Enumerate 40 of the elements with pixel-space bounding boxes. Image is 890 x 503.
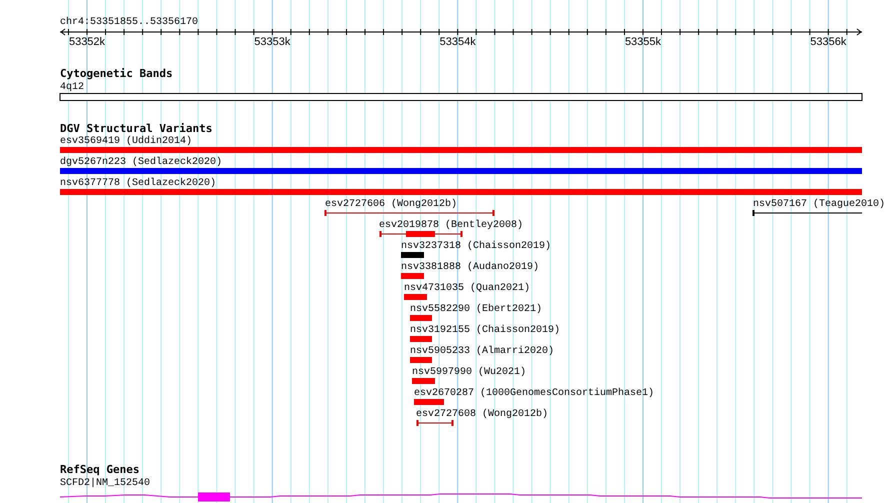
variant-bar[interactable] bbox=[60, 147, 862, 153]
variant-bar[interactable] bbox=[404, 294, 427, 300]
variant-label: dgv5267n223 (Sedlazeck2020) bbox=[60, 157, 222, 168]
tick-label: 53352k bbox=[68, 36, 106, 48]
variant-label: nsv3381888 (Audano2019) bbox=[401, 262, 540, 273]
variant-label: nsv4731035 (Quan2021) bbox=[404, 283, 530, 294]
track-title: DGV Structural Variants bbox=[60, 122, 212, 135]
variant-label: nsv5582290 (Ebert2021) bbox=[410, 304, 542, 315]
variant-label: esv3569419 (Uddin2014) bbox=[60, 136, 192, 147]
tick-label: 53353k bbox=[254, 36, 290, 48]
tick-label: 53355k bbox=[624, 36, 662, 48]
variant-label: nsv6377778 (Sedlazeck2020) bbox=[60, 178, 216, 189]
location-label: chr4:53351855..53356170 bbox=[60, 17, 198, 28]
variant-span[interactable] bbox=[752, 210, 862, 216]
variant-bar[interactable] bbox=[412, 378, 435, 384]
variant-label: nsv507167 (Teague2010) bbox=[753, 199, 886, 210]
variant-label: nsv5997990 (Wu2021) bbox=[412, 367, 526, 378]
variant-bar[interactable] bbox=[60, 168, 862, 174]
track-title: RefSeq Genes bbox=[60, 463, 140, 476]
gene-label: SCFD2|NM_152540 bbox=[60, 478, 150, 489]
variant-label: esv2727606 (Wong2012b) bbox=[325, 199, 458, 210]
variant-bar[interactable] bbox=[410, 315, 432, 321]
tick-label: 53356k bbox=[810, 36, 846, 48]
tick-label: 53354k bbox=[440, 36, 476, 48]
variant-bar[interactable] bbox=[401, 273, 424, 279]
variant-bar[interactable] bbox=[60, 189, 862, 195]
band-label: 4q12 bbox=[60, 82, 84, 93]
track-title: Cytogenetic Bands bbox=[60, 67, 173, 80]
variant-bar[interactable] bbox=[410, 357, 432, 363]
gene-model-drawing[interactable] bbox=[60, 492, 862, 502]
variant-bar[interactable] bbox=[401, 252, 424, 258]
cytoband-bar[interactable] bbox=[60, 93, 862, 101]
variant-bar[interactable] bbox=[414, 399, 444, 405]
variant-label: nsv5905233 (Almarri2020) bbox=[410, 346, 554, 357]
variant-label: esv2727608 (Wong2012b) bbox=[416, 409, 548, 420]
variant-label: nsv3237318 (Chaisson2019) bbox=[401, 241, 552, 252]
variant-bar[interactable] bbox=[410, 336, 432, 342]
variant-label: nsv3192155 (Chaisson2019) bbox=[410, 325, 560, 336]
variant-label: esv2670287 (1000GenomesConsortiumPhase1) bbox=[414, 388, 654, 399]
variant-label: esv2019878 (Bentley2008) bbox=[379, 220, 524, 231]
